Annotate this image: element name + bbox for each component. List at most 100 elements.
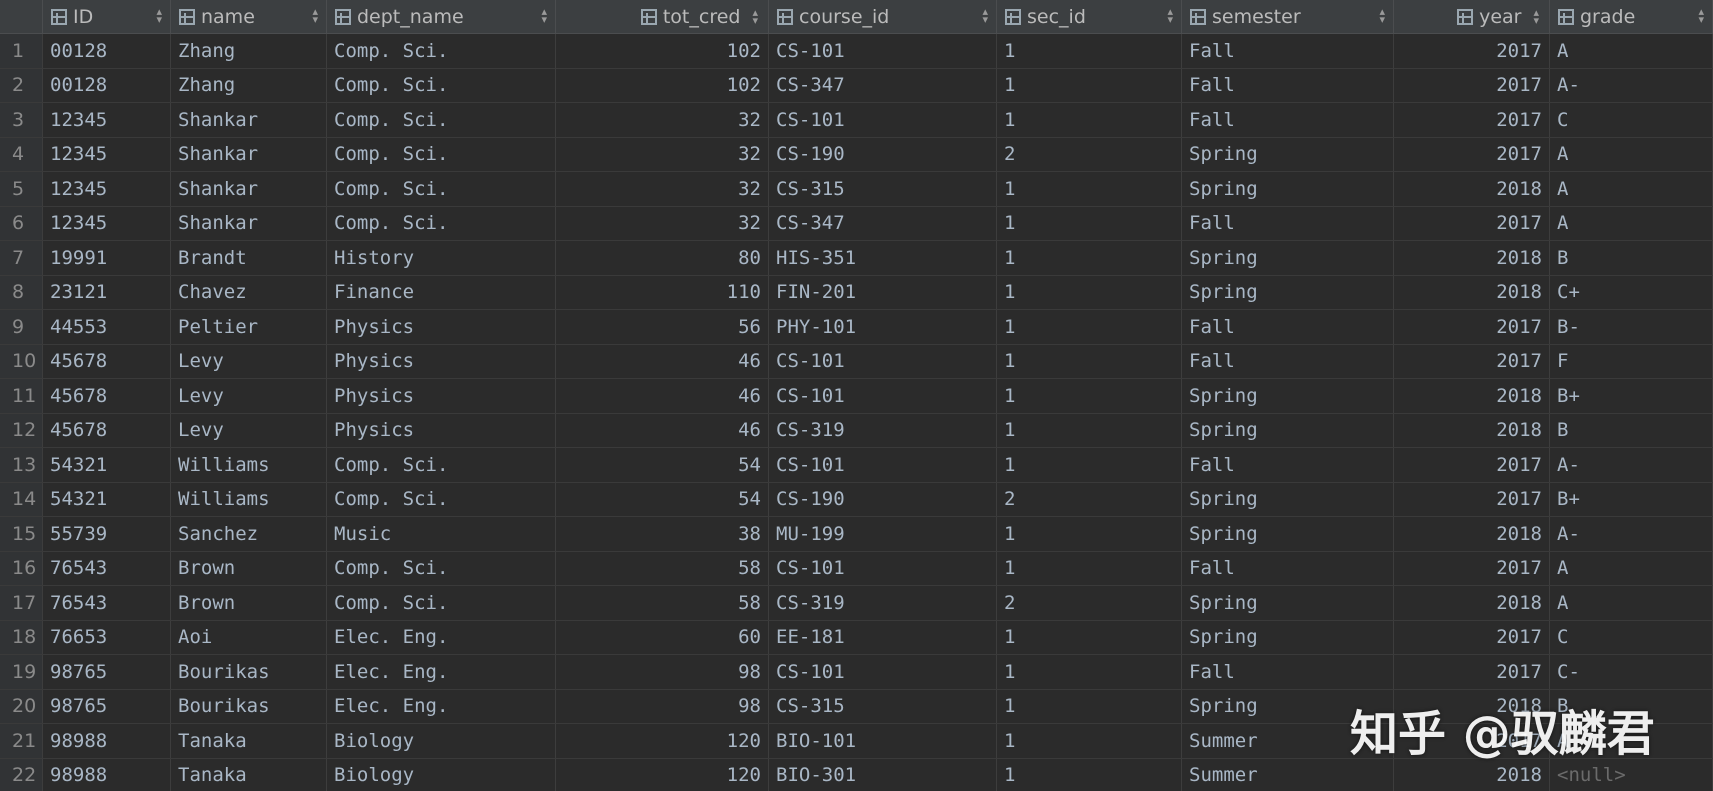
- cell-dept-name[interactable]: Physics: [327, 413, 556, 447]
- cell-course-id[interactable]: EE-181: [769, 620, 997, 654]
- cell-grade[interactable]: C: [1550, 103, 1713, 137]
- cell-grade[interactable]: A: [1550, 586, 1713, 620]
- row-number[interactable]: 2: [0, 68, 43, 102]
- cell-course-id[interactable]: FIN-201: [769, 275, 997, 309]
- cell-grade[interactable]: C: [1550, 620, 1713, 654]
- cell-id[interactable]: 76543: [43, 586, 171, 620]
- cell-semester[interactable]: Spring: [1182, 275, 1394, 309]
- table-row[interactable]: 12 45678 Levy Physics 46 CS-319 1 Spring 2018 B: [0, 413, 1713, 448]
- table-row[interactable]: 5 12345 Shankar Comp. Sci. 32 CS-315 1 Spring 20…: [0, 172, 1713, 207]
- cell-semester[interactable]: Spring: [1182, 482, 1394, 516]
- cell-semester[interactable]: Spring: [1182, 241, 1394, 275]
- cell-dept-name[interactable]: Physics: [327, 344, 556, 378]
- cell-year[interactable]: 2017: [1394, 68, 1550, 102]
- cell-tot-cred[interactable]: 54: [556, 482, 769, 516]
- cell-grade[interactable]: A-: [1550, 68, 1713, 102]
- cell-course-id[interactable]: CS-347: [769, 206, 997, 240]
- cell-course-id[interactable]: BIO-301: [769, 758, 997, 791]
- cell-name[interactable]: Levy: [171, 413, 327, 447]
- column-header-year[interactable]: year ▴ ▾: [1394, 0, 1550, 33]
- cell-tot-cred[interactable]: 102: [556, 68, 769, 102]
- cell-year[interactable]: 2017: [1394, 655, 1550, 689]
- column-header-semester[interactable]: semester ▴ ▾: [1182, 0, 1394, 33]
- cell-tot-cred[interactable]: 120: [556, 758, 769, 791]
- table-row[interactable]: 19 98765 Bourikas Elec. Eng. 98 CS-101 1 Fall 20…: [0, 655, 1713, 690]
- cell-sec-id[interactable]: 1: [997, 551, 1182, 585]
- cell-year[interactable]: 2017: [1394, 137, 1550, 171]
- cell-sec-id[interactable]: 1: [997, 310, 1182, 344]
- cell-course-id[interactable]: CS-101: [769, 103, 997, 137]
- cell-course-id[interactable]: CS-101: [769, 34, 997, 68]
- cell-id[interactable]: 54321: [43, 448, 171, 482]
- table-row[interactable]: 13 54321 Williams Comp. Sci. 54 CS-101 1 Fall 20…: [0, 448, 1713, 483]
- cell-sec-id[interactable]: 1: [997, 344, 1182, 378]
- cell-name[interactable]: Zhang: [171, 68, 327, 102]
- row-number[interactable]: 13: [0, 448, 43, 482]
- cell-name[interactable]: Tanaka: [171, 724, 327, 758]
- cell-tot-cred[interactable]: 98: [556, 689, 769, 723]
- cell-course-id[interactable]: CS-319: [769, 413, 997, 447]
- cell-id[interactable]: 19991: [43, 241, 171, 275]
- table-row[interactable]: 9 44553 Peltier Physics 56 PHY-101 1 Fall 2017 B-: [0, 310, 1713, 345]
- cell-course-id[interactable]: CS-190: [769, 137, 997, 171]
- cell-dept-name[interactable]: Physics: [327, 310, 556, 344]
- cell-name[interactable]: Bourikas: [171, 655, 327, 689]
- cell-id[interactable]: 23121: [43, 275, 171, 309]
- cell-id[interactable]: 54321: [43, 482, 171, 516]
- cell-year[interactable]: 2018: [1394, 275, 1550, 309]
- cell-dept-name[interactable]: Comp. Sci.: [327, 206, 556, 240]
- cell-year[interactable]: 2018: [1394, 517, 1550, 551]
- cell-dept-name[interactable]: History: [327, 241, 556, 275]
- cell-dept-name[interactable]: Comp. Sci.: [327, 68, 556, 102]
- cell-dept-name[interactable]: Finance: [327, 275, 556, 309]
- cell-course-id[interactable]: CS-315: [769, 689, 997, 723]
- cell-course-id[interactable]: CS-315: [769, 172, 997, 206]
- cell-name[interactable]: Brown: [171, 551, 327, 585]
- cell-year[interactable]: 2017: [1394, 310, 1550, 344]
- cell-tot-cred[interactable]: 32: [556, 137, 769, 171]
- cell-course-id[interactable]: CS-101: [769, 344, 997, 378]
- table-row[interactable]: 2 00128 Zhang Comp. Sci. 102 CS-347 1 Fall 2017 A…: [0, 68, 1713, 103]
- cell-dept-name[interactable]: Comp. Sci.: [327, 482, 556, 516]
- cell-sec-id[interactable]: 1: [997, 379, 1182, 413]
- cell-dept-name[interactable]: Physics: [327, 379, 556, 413]
- cell-sec-id[interactable]: 1: [997, 34, 1182, 68]
- cell-semester[interactable]: Spring: [1182, 620, 1394, 654]
- table-row[interactable]: 7 19991 Brandt History 80 HIS-351 1 Spring 2018 B: [0, 241, 1713, 276]
- row-number[interactable]: 18: [0, 620, 43, 654]
- cell-dept-name[interactable]: Comp. Sci.: [327, 137, 556, 171]
- cell-sec-id[interactable]: 1: [997, 172, 1182, 206]
- cell-id[interactable]: 55739: [43, 517, 171, 551]
- cell-course-id[interactable]: CS-101: [769, 448, 997, 482]
- cell-dept-name[interactable]: Elec. Eng.: [327, 689, 556, 723]
- cell-semester[interactable]: Fall: [1182, 344, 1394, 378]
- row-number[interactable]: 16: [0, 551, 43, 585]
- cell-id[interactable]: 00128: [43, 68, 171, 102]
- sort-arrows-icon[interactable]: ▴ ▾: [1167, 6, 1173, 25]
- cell-dept-name[interactable]: Comp. Sci.: [327, 172, 556, 206]
- table-row[interactable]: 16 76543 Brown Comp. Sci. 58 CS-101 1 Fall 2017 A: [0, 551, 1713, 586]
- table-row[interactable]: 14 54321 Williams Comp. Sci. 54 CS-190 2 Spring…: [0, 482, 1713, 517]
- cell-grade[interactable]: A: [1550, 206, 1713, 240]
- cell-grade[interactable]: B: [1550, 413, 1713, 447]
- sort-arrows-icon[interactable]: ▴ ▾: [156, 6, 162, 25]
- cell-sec-id[interactable]: 2: [997, 137, 1182, 171]
- cell-grade[interactable]: B: [1550, 241, 1713, 275]
- row-number[interactable]: 19: [0, 655, 43, 689]
- cell-tot-cred[interactable]: 98: [556, 655, 769, 689]
- table-row[interactable]: 11 45678 Levy Physics 46 CS-101 1 Spring 2018 B+: [0, 379, 1713, 414]
- cell-tot-cred[interactable]: 102: [556, 34, 769, 68]
- sort-arrows-icon[interactable]: ▴ ▾: [1698, 6, 1704, 25]
- row-number[interactable]: 7: [0, 241, 43, 275]
- table-row[interactable]: 6 12345 Shankar Comp. Sci. 32 CS-347 1 Fall 2017…: [0, 206, 1713, 241]
- cell-dept-name[interactable]: Comp. Sci.: [327, 34, 556, 68]
- cell-dept-name[interactable]: Elec. Eng.: [327, 655, 556, 689]
- cell-id[interactable]: 76543: [43, 551, 171, 585]
- cell-sec-id[interactable]: 1: [997, 275, 1182, 309]
- cell-id[interactable]: 45678: [43, 344, 171, 378]
- cell-tot-cred[interactable]: 80: [556, 241, 769, 275]
- column-header-sec-id[interactable]: sec_id ▴ ▾: [997, 0, 1182, 33]
- row-number[interactable]: 10: [0, 344, 43, 378]
- cell-tot-cred[interactable]: 46: [556, 413, 769, 447]
- row-number[interactable]: 20: [0, 689, 43, 723]
